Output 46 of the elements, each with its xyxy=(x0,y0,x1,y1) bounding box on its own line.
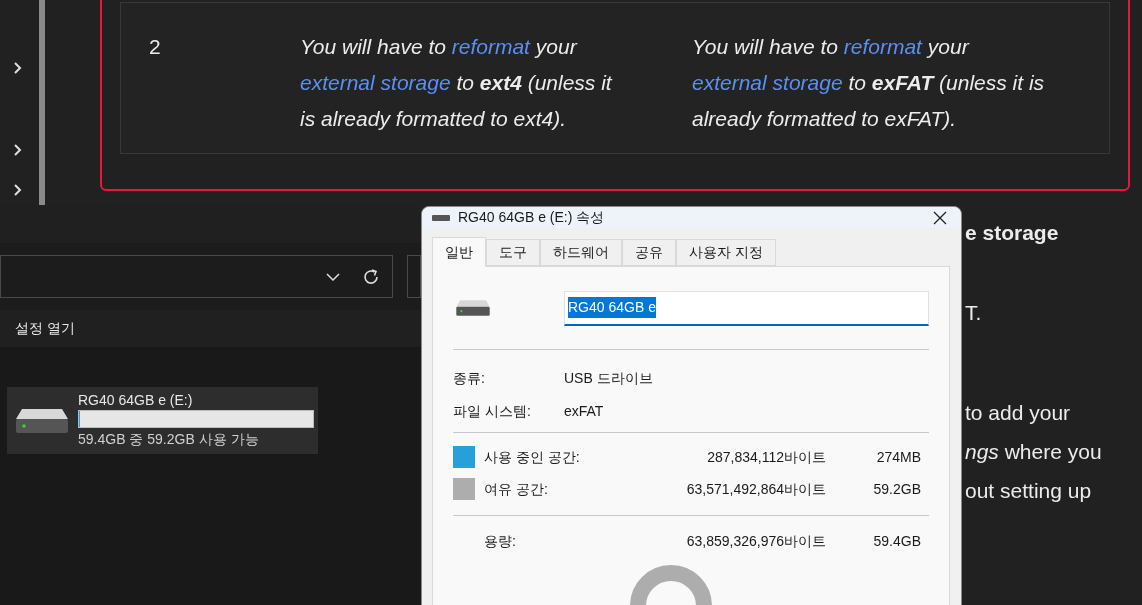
bytes-value: 287,834,112바이트 xyxy=(706,447,826,467)
drive-icon xyxy=(455,299,491,317)
chevron-down-icon[interactable] xyxy=(326,272,340,281)
drive-name: RG40 64GB e (E:) xyxy=(78,391,194,410)
scrollbar[interactable] xyxy=(39,0,45,205)
address-field[interactable] xyxy=(0,255,393,298)
bytes-value: 63,859,326,976바이트 xyxy=(685,531,826,551)
size-value: 59.2GB xyxy=(872,479,921,499)
link[interactable]: external storage xyxy=(692,71,843,94)
space-label: 여유 공간: xyxy=(484,479,549,499)
drive-icon xyxy=(14,406,70,435)
chevron-right-icon[interactable] xyxy=(13,61,23,75)
dialog-title: RG40 64GB e (E:) 속성 xyxy=(458,208,606,227)
table-cell-text: You will have to reformat your external storage to exFAT (unless it is already formatted to exFAT). xyxy=(692,34,1046,132)
table-cell-text: You will have to reformat your external storage to ext4 (unless it is already formatted to ext4). xyxy=(300,34,614,132)
bytes-value: 63,571,492,864바이트 xyxy=(685,479,826,499)
property-value: exFAT xyxy=(564,402,604,421)
property-value: USB 드라이브 xyxy=(564,369,653,388)
size-value: 274MB xyxy=(875,447,921,467)
space-label: 사용 중인 공간: xyxy=(484,447,581,467)
refresh-icon[interactable] xyxy=(362,267,380,286)
link[interactable]: external storage xyxy=(300,71,451,94)
tab[interactable]: 하드웨어 xyxy=(540,239,622,266)
link[interactable]: reformat xyxy=(843,35,922,58)
capacity-label: 용량: xyxy=(483,531,517,551)
tab[interactable]: 도구 xyxy=(486,239,540,266)
search-field[interactable] xyxy=(407,255,421,298)
tab[interactable]: 사용자 지정 xyxy=(676,239,776,266)
property-label: 종류: xyxy=(453,369,486,388)
property-label: 파일 시스템: xyxy=(453,402,532,421)
heading-text: e storage xyxy=(965,220,1059,246)
tab[interactable]: 일반 xyxy=(432,237,486,267)
paragraph-text: to add your ngs where you out setting up xyxy=(965,400,1102,504)
drive-icon xyxy=(432,214,450,221)
chevron-right-icon[interactable] xyxy=(13,143,23,157)
close-icon[interactable] xyxy=(933,210,947,225)
command-button[interactable]: 설정 열기 xyxy=(15,318,75,339)
link[interactable]: reformat xyxy=(451,35,530,58)
chevron-right-icon[interactable] xyxy=(13,183,23,197)
tab[interactable]: 공유 xyxy=(622,239,676,266)
name-field[interactable]: RG40 64GB e xyxy=(564,290,929,326)
free-space-text: 59.4GB 중 59.2GB 사용 가능 xyxy=(78,430,260,449)
table-cell-text: 2 xyxy=(149,35,161,58)
size-value: 59.4GB xyxy=(872,531,921,551)
drive-tile[interactable]: RG40 64GB e (E:) 59.4GB 중 59.2GB 사용 가능 xyxy=(7,387,318,454)
paragraph-text: T. xyxy=(965,300,982,326)
